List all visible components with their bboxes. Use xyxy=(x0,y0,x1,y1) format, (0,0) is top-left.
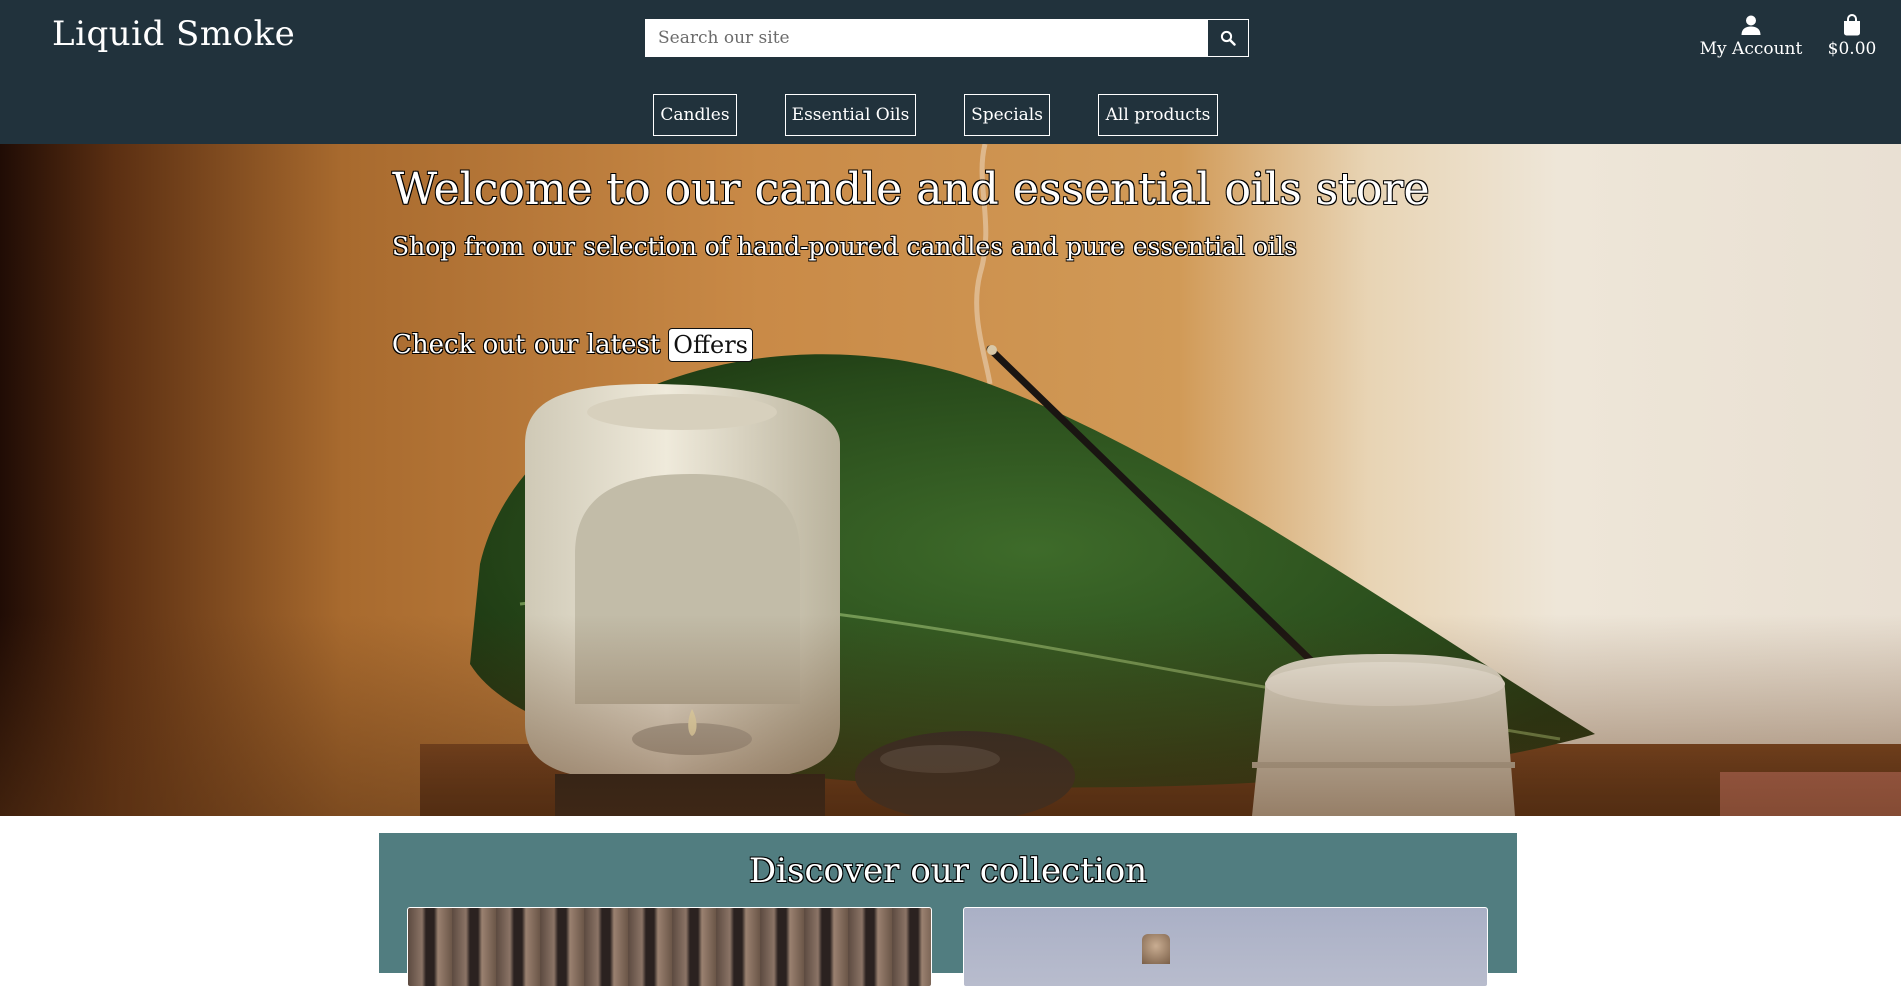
nav-candles[interactable]: Candles xyxy=(653,94,737,136)
user-icon xyxy=(1741,15,1761,35)
nav-all-products[interactable]: All products xyxy=(1098,94,1218,136)
collection-card-essential-oils[interactable] xyxy=(963,907,1488,987)
my-account-label: My Account xyxy=(1699,39,1803,59)
collection-card-candles[interactable] xyxy=(407,907,932,987)
offers-button[interactable]: Offers xyxy=(668,328,753,362)
site-logo[interactable]: Liquid Smoke xyxy=(52,14,295,54)
product-image xyxy=(1142,934,1170,964)
hero-subtitle: Shop from our selection of hand-poured c… xyxy=(392,232,1297,261)
site-header: Liquid Smoke My Account $0.00 Candles Es… xyxy=(0,0,1901,144)
hero-cta: Check out our latest Offers xyxy=(392,328,753,362)
cart-link[interactable]: $0.00 xyxy=(1822,14,1882,59)
collection-section: Discover our collection xyxy=(379,833,1517,987)
nav-specials[interactable]: Specials xyxy=(964,94,1050,136)
search-icon xyxy=(1220,30,1236,46)
search-button[interactable] xyxy=(1207,20,1248,56)
hero-banner: Welcome to our candle and essential oils… xyxy=(0,144,1901,816)
shopping-bag-icon xyxy=(1844,14,1860,36)
hero-cta-text: Check out our latest xyxy=(392,330,661,360)
my-account-link[interactable]: My Account xyxy=(1696,14,1806,59)
search-bar xyxy=(645,19,1249,57)
search-input[interactable] xyxy=(646,20,1207,56)
collection-title: Discover our collection xyxy=(748,851,1148,891)
nav-essential-oils[interactable]: Essential Oils xyxy=(785,94,916,136)
cart-total: $0.00 xyxy=(1827,39,1877,59)
hero-title: Welcome to our candle and essential oils… xyxy=(392,164,1430,215)
